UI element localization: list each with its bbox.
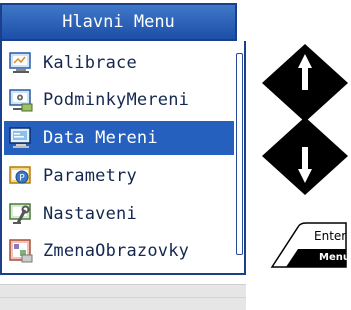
enter-menu-button[interactable]: Enter Menu <box>268 221 350 269</box>
svg-text:P: P <box>19 174 25 184</box>
menu-label: Menu <box>319 252 350 263</box>
arrow-down-icon <box>262 117 348 195</box>
status-bar <box>0 284 246 310</box>
menu-item-label: Data Mereni <box>43 128 158 148</box>
screen-change-icon <box>9 239 33 263</box>
menu-list: Kalibrace PodminkyMereni Data Mereni P P… <box>0 41 246 275</box>
settings-tools-icon <box>9 203 31 224</box>
menu-item-podminky-mereni[interactable]: PodminkyMereni <box>4 83 234 117</box>
menu-title: Hlavni Menu <box>0 3 237 41</box>
enter-label: Enter <box>314 229 347 243</box>
menu-item-data-mereni[interactable]: Data Mereni <box>4 121 234 155</box>
menu-item-nastaveni[interactable]: Nastaveni <box>4 197 234 231</box>
monitor-gear-icon <box>9 89 33 112</box>
menu-item-parametry[interactable]: P Parametry <box>4 159 234 193</box>
up-button[interactable] <box>262 44 348 122</box>
data-monitor-icon <box>9 127 31 148</box>
down-button[interactable] <box>262 117 348 195</box>
menu-item-kalibrace[interactable]: Kalibrace <box>4 46 234 80</box>
menu-item-label: Kalibrace <box>43 53 137 73</box>
menu-scrollbar[interactable] <box>236 53 243 255</box>
arrow-up-icon <box>262 44 348 122</box>
menu-item-label: Nastaveni <box>43 204 137 224</box>
main-menu-panel: Hlavni Menu Kalibrace PodminkyMereni Dat… <box>0 0 246 310</box>
menu-item-zmena-obrazovky[interactable]: ZmenaObrazovky <box>4 234 234 268</box>
monitor-icon <box>9 52 31 73</box>
menu-item-label: Parametry <box>43 166 137 186</box>
menu-item-label: PodminkyMereni <box>43 90 190 110</box>
menu-item-label: ZmenaObrazovky <box>43 241 190 261</box>
status-bar-divider <box>0 297 246 298</box>
parameters-icon: P <box>9 166 31 184</box>
